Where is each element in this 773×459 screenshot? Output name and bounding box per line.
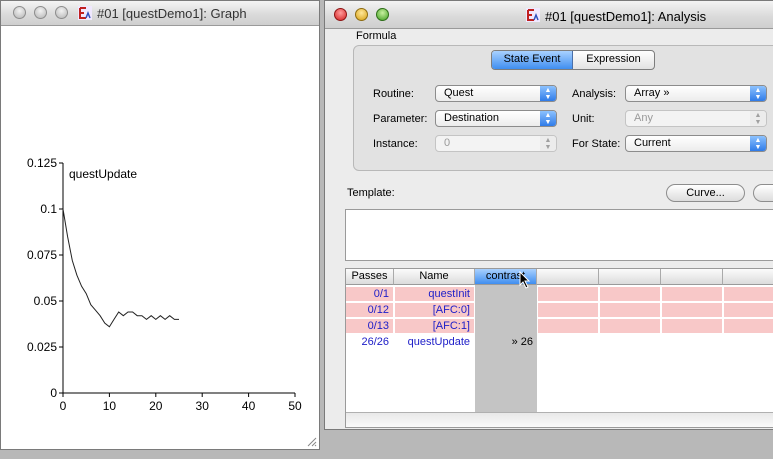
y-tick-label: 0.125 — [27, 156, 57, 170]
minimize-icon[interactable] — [355, 8, 368, 21]
value-cell — [724, 287, 773, 301]
window-title: #01 [questDemo1]: Analysis — [545, 9, 707, 24]
series-line — [62, 208, 179, 328]
column-header-empty[interactable] — [599, 269, 661, 285]
y-tick-label: 0 — [50, 386, 57, 400]
forstate-select[interactable]: Current ▲ ▼ — [625, 135, 767, 152]
value-cell — [662, 303, 722, 317]
value-cell — [538, 319, 598, 333]
graph-titlebar[interactable]: #01 [questDemo1]: Graph — [1, 1, 319, 26]
name-cell: questUpdate — [407, 336, 470, 348]
chevron-updown-icon: ▲ ▼ — [750, 136, 766, 151]
forstate-label: For State: — [572, 138, 621, 150]
zoom-icon[interactable] — [55, 6, 68, 19]
name-cell: questInit — [395, 287, 474, 301]
value-cell — [600, 319, 660, 333]
results-table: Passes Name contrast 0/1 questInit 0/12 … — [345, 268, 773, 428]
app-logo-icon — [526, 8, 540, 22]
instance-stepper: 0 ▲ ▼ — [435, 135, 557, 152]
analysis-label: Analysis: — [572, 88, 617, 100]
app-logo-icon — [78, 6, 92, 20]
tab-expression[interactable]: Expression — [573, 51, 654, 69]
contrast-cell: » 26 — [511, 336, 533, 348]
close-icon[interactable] — [334, 8, 347, 21]
chevron-updown-icon: ▲ ▼ — [750, 86, 766, 101]
graph-window: #01 [questDemo1]: Graph 0 0.025 0.05 0.075 0… — [0, 0, 320, 450]
value-cell — [538, 287, 598, 301]
y-tick-label: 0.025 — [27, 340, 57, 354]
parameter-value: Destination — [444, 112, 500, 124]
table-row[interactable]: 0/13 [AFC:1] — [346, 319, 773, 333]
unit-select: Any ▲ ▼ — [625, 110, 767, 127]
zoom-icon[interactable] — [376, 8, 389, 21]
quest-graph: 0 0.025 0.05 0.075 0.1 0.125 0 10 20 30 40 50 questU… — [27, 156, 302, 413]
column-header-passes[interactable]: Passes — [346, 269, 394, 285]
table-row[interactable]: 0/1 questInit — [346, 287, 773, 301]
table-row[interactable]: 0/12 [AFC:0] — [346, 303, 773, 317]
value-cell — [662, 319, 722, 333]
x-tick-label: 20 — [149, 399, 163, 413]
y-tick-label: 0.05 — [34, 294, 58, 308]
chevron-updown-icon: ▲ ▼ — [540, 111, 556, 126]
resize-grip-icon[interactable] — [305, 435, 317, 447]
chevron-updown-icon: ▲ ▼ — [540, 86, 556, 101]
chevron-updown-icon: ▲ ▼ — [540, 136, 556, 151]
unit-value: Any — [634, 112, 653, 124]
formula-label: Formula — [356, 30, 397, 42]
name-cell: [AFC:0] — [395, 303, 474, 317]
routine-label: Routine: — [373, 88, 414, 100]
close-icon[interactable] — [13, 6, 26, 19]
template-field[interactable] — [345, 209, 773, 261]
extra-button[interactable] — [753, 184, 773, 202]
unit-label: Unit: — [572, 113, 595, 125]
template-label: Template: — [347, 187, 395, 199]
tab-state-event[interactable]: State Event — [492, 51, 573, 69]
value-cell — [538, 303, 598, 317]
analysis-value: Array » — [634, 87, 670, 99]
analysis-select[interactable]: Array » ▲ ▼ — [625, 85, 767, 102]
value-cell — [600, 303, 660, 317]
instance-value: 0 — [444, 137, 451, 149]
curve-button[interactable]: Curve... — [666, 184, 745, 202]
parameter-select[interactable]: Destination ▲ ▼ — [435, 110, 557, 127]
instance-label: Instance: — [373, 138, 418, 150]
column-header-name[interactable]: Name — [394, 269, 475, 285]
chart-title: questUpdate — [69, 167, 137, 181]
column-header-empty[interactable] — [537, 269, 599, 285]
value-cell — [724, 303, 773, 317]
x-tick-label: 40 — [242, 399, 256, 413]
minimize-icon[interactable] — [34, 6, 47, 19]
analysis-window: #01 [questDemo1]: Analysis Formula State… — [324, 0, 773, 430]
tab-group: State Event Expression — [491, 50, 655, 70]
passes-cell: 0/12 — [346, 303, 393, 317]
forstate-value: Current — [634, 137, 671, 149]
value-cell — [600, 287, 660, 301]
analysis-titlebar[interactable]: #01 [questDemo1]: Analysis — [325, 1, 773, 29]
x-tick-label: 10 — [103, 399, 117, 413]
value-cell — [724, 319, 773, 333]
name-cell: [AFC:1] — [395, 319, 474, 333]
value-cell — [662, 287, 722, 301]
x-tick-label: 30 — [196, 399, 210, 413]
column-header-empty[interactable] — [661, 269, 723, 285]
column-header-empty[interactable] — [723, 269, 773, 285]
y-tick-label: 0.075 — [27, 248, 57, 262]
window-title: #01 [questDemo1]: Graph — [97, 6, 247, 21]
horizontal-scrollbar[interactable] — [346, 412, 773, 427]
table-row[interactable]: 26/26 questUpdate » 26 — [346, 335, 773, 349]
routine-value: Quest — [444, 87, 474, 99]
y-tick-label: 0.1 — [40, 202, 57, 216]
x-tick-label: 50 — [288, 399, 302, 413]
routine-select[interactable]: Quest ▲ ▼ — [435, 85, 557, 102]
passes-cell: 26/26 — [361, 336, 389, 348]
x-tick-label: 0 — [60, 399, 67, 413]
parameter-label: Parameter: — [373, 113, 428, 125]
passes-cell: 0/13 — [346, 319, 393, 333]
chevron-updown-icon: ▲ ▼ — [750, 111, 766, 126]
passes-cell: 0/1 — [346, 287, 393, 301]
